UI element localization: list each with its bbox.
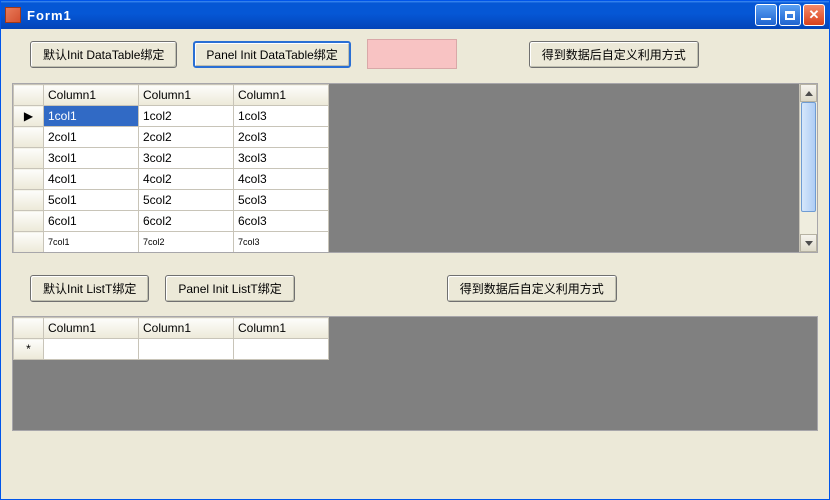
scroll-up-button[interactable] bbox=[800, 84, 817, 102]
app-icon bbox=[5, 7, 21, 23]
cell[interactable] bbox=[139, 339, 234, 360]
column-header[interactable]: Column1 bbox=[234, 318, 329, 339]
row-header[interactable] bbox=[14, 190, 44, 211]
table-row[interactable]: 6col1 6col2 6col3 bbox=[14, 211, 329, 232]
cell[interactable]: 2col2 bbox=[139, 127, 234, 148]
cell[interactable]: 6col1 bbox=[44, 211, 139, 232]
cell[interactable]: 7col2 bbox=[139, 232, 234, 253]
panel-init-listt-button[interactable]: Panel Init ListT绑定 bbox=[165, 275, 294, 302]
minimize-icon bbox=[761, 18, 771, 20]
row-header[interactable] bbox=[14, 127, 44, 148]
minimize-button[interactable] bbox=[755, 4, 777, 26]
custom-use-top-button[interactable]: 得到数据后自定义利用方式 bbox=[529, 41, 699, 68]
table-row[interactable]: * bbox=[14, 339, 329, 360]
row-header[interactable] bbox=[14, 148, 44, 169]
scroll-down-button[interactable] bbox=[800, 234, 817, 252]
row-header[interactable]: ▶ bbox=[14, 106, 44, 127]
cell[interactable]: 4col3 bbox=[234, 169, 329, 190]
table-row[interactable]: ▶ 1col1 1col2 1col3 bbox=[14, 106, 329, 127]
datagrid-bottom-table[interactable]: Column1 Column1 Column1 * bbox=[13, 317, 329, 360]
close-button[interactable]: ✕ bbox=[803, 4, 825, 26]
row-header[interactable] bbox=[14, 232, 44, 253]
cell[interactable]: 6col3 bbox=[234, 211, 329, 232]
cell[interactable]: 3col2 bbox=[139, 148, 234, 169]
bottom-button-row: 默认Init ListT绑定 Panel Init ListT绑定 得到数据后自… bbox=[4, 253, 826, 310]
default-init-listt-button[interactable]: 默认Init ListT绑定 bbox=[30, 275, 149, 302]
cell[interactable]: 4col1 bbox=[44, 169, 139, 190]
datagrid-top-body[interactable]: Column1 Column1 Column1 ▶ 1col1 1col2 1c… bbox=[13, 84, 799, 252]
table-row[interactable]: 7col1 7col2 7col3 bbox=[14, 232, 329, 253]
row-header[interactable] bbox=[14, 169, 44, 190]
table-row[interactable]: 5col1 5col2 5col3 bbox=[14, 190, 329, 211]
chevron-down-icon bbox=[805, 241, 813, 246]
window-title: Form1 bbox=[27, 8, 755, 23]
datagrid-top-header: Column1 Column1 Column1 bbox=[14, 85, 329, 106]
close-icon: ✕ bbox=[809, 7, 820, 23]
cell[interactable]: 1col1 bbox=[44, 106, 139, 127]
cell[interactable]: 3col3 bbox=[234, 148, 329, 169]
cell[interactable]: 1col2 bbox=[139, 106, 234, 127]
table-row[interactable]: 2col1 2col2 2col3 bbox=[14, 127, 329, 148]
column-header[interactable]: Column1 bbox=[234, 85, 329, 106]
datagrid-top-vscroll[interactable] bbox=[799, 84, 817, 252]
cell[interactable]: 7col3 bbox=[234, 232, 329, 253]
cell[interactable]: 5col3 bbox=[234, 190, 329, 211]
scroll-thumb[interactable] bbox=[801, 102, 816, 212]
cell[interactable]: 2col3 bbox=[234, 127, 329, 148]
maximize-icon bbox=[785, 11, 795, 20]
client-area: 默认Init DataTable绑定 Panel Init DataTable绑… bbox=[4, 29, 826, 496]
column-header[interactable]: Column1 bbox=[44, 85, 139, 106]
default-init-datatable-button[interactable]: 默认Init DataTable绑定 bbox=[30, 41, 177, 68]
cell[interactable]: 3col1 bbox=[44, 148, 139, 169]
cell[interactable]: 6col2 bbox=[139, 211, 234, 232]
maximize-button[interactable] bbox=[779, 4, 801, 26]
column-header[interactable]: Column1 bbox=[139, 85, 234, 106]
top-button-row: 默认Init DataTable绑定 Panel Init DataTable绑… bbox=[4, 29, 826, 77]
datagrid-bottom-body[interactable]: Column1 Column1 Column1 * bbox=[13, 317, 817, 430]
datagrid-top-table[interactable]: Column1 Column1 Column1 ▶ 1col1 1col2 1c… bbox=[13, 84, 329, 252]
table-row[interactable]: 4col1 4col2 4col3 bbox=[14, 169, 329, 190]
cell[interactable] bbox=[234, 339, 329, 360]
column-header[interactable]: Column1 bbox=[139, 318, 234, 339]
cell[interactable]: 4col2 bbox=[139, 169, 234, 190]
row-header-newrow[interactable]: * bbox=[14, 339, 44, 360]
cell[interactable] bbox=[44, 339, 139, 360]
column-header[interactable]: Column1 bbox=[44, 318, 139, 339]
datagrid-bottom-header: Column1 Column1 Column1 bbox=[14, 318, 329, 339]
pink-panel bbox=[367, 39, 457, 69]
scroll-track[interactable] bbox=[800, 102, 817, 234]
custom-use-bottom-button[interactable]: 得到数据后自定义利用方式 bbox=[447, 275, 617, 302]
datagrid-top[interactable]: Column1 Column1 Column1 ▶ 1col1 1col2 1c… bbox=[12, 83, 818, 253]
cell[interactable]: 7col1 bbox=[44, 232, 139, 253]
datagrid-bottom[interactable]: Column1 Column1 Column1 * bbox=[12, 316, 818, 431]
app-window: Form1 ✕ 默认Init DataTable绑定 Panel Init Da… bbox=[0, 0, 830, 500]
cell[interactable]: 1col3 bbox=[234, 106, 329, 127]
row-header[interactable] bbox=[14, 211, 44, 232]
cell[interactable]: 5col1 bbox=[44, 190, 139, 211]
panel-init-datatable-button[interactable]: Panel Init DataTable绑定 bbox=[193, 41, 350, 68]
table-row[interactable]: 3col1 3col2 3col3 bbox=[14, 148, 329, 169]
cell[interactable]: 2col1 bbox=[44, 127, 139, 148]
row-header-corner[interactable] bbox=[14, 318, 44, 339]
cell[interactable]: 5col2 bbox=[139, 190, 234, 211]
row-header-corner[interactable] bbox=[14, 85, 44, 106]
title-bar[interactable]: Form1 ✕ bbox=[1, 1, 829, 29]
chevron-up-icon bbox=[805, 91, 813, 96]
